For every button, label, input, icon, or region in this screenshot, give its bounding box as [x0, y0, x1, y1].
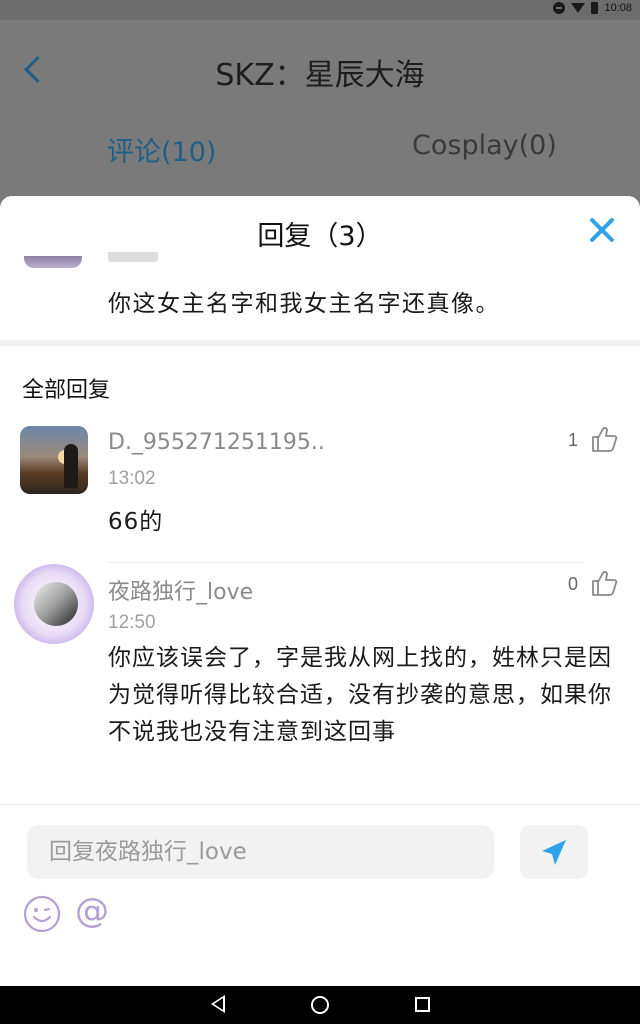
reply-username[interactable]: D._955271251195.. [108, 430, 325, 455]
status-time: 10:08 [604, 2, 632, 14]
nav-back-icon[interactable] [211, 995, 225, 1013]
tab-bar: 评论(10) Cosplay(0) [0, 130, 640, 170]
paper-plane-icon [542, 840, 566, 865]
avatar[interactable] [20, 426, 88, 494]
like-count: 1 [567, 430, 578, 450]
at-icon[interactable]: @ [75, 891, 109, 931]
reply-input[interactable] [27, 825, 494, 879]
thumbs-up-icon[interactable] [590, 424, 620, 454]
background-page: SKZ：星辰大海 评论(10) Cosplay(0) [0, 20, 640, 220]
original-comment-time [108, 252, 158, 262]
smiley-icon[interactable] [23, 895, 61, 933]
reply-username[interactable]: 夜路独行_love [108, 574, 253, 606]
reply-time: 12:50 [108, 612, 156, 633]
battery-icon [591, 2, 599, 14]
like-count: 0 [567, 574, 578, 594]
reply-text: 你应该误会了，字是我从网上找的，姓林只是因为觉得听得比较合适，没有抄袭的意思，如… [108, 645, 612, 745]
nav-recents-icon[interactable] [415, 997, 430, 1012]
send-button[interactable] [520, 825, 588, 879]
nav-home-icon[interactable] [311, 996, 329, 1014]
sheet-title: 回复（3） [257, 221, 383, 252]
original-comment-text: 你这女主名字和我女主名字还真像。 [108, 291, 500, 317]
reply-separator [108, 562, 584, 563]
system-nav-bar [0, 986, 640, 1024]
reply-sheet: 回复（3） 你这女主名字和我女主名字还真像。 全部回复 D._955271251… [0, 196, 640, 986]
wifi-icon [571, 3, 586, 13]
tab-comments[interactable]: 评论(10) [107, 130, 216, 169]
status-bar: 10:08 [0, 0, 640, 20]
reply-composer: @ [0, 804, 640, 986]
tab-cosplay[interactable]: Cosplay(0) [412, 130, 557, 161]
section-title: 全部回复 [22, 378, 111, 403]
reply-time: 13:02 [108, 468, 156, 489]
avatar[interactable] [14, 564, 94, 644]
do-not-disturb-icon [553, 2, 566, 14]
original-comment-avatar [24, 256, 82, 268]
close-icon[interactable] [586, 214, 618, 246]
section-divider [0, 340, 640, 346]
reply-text: 66的 [108, 509, 164, 535]
page-title: SKZ：星辰大海 [215, 58, 425, 93]
thumbs-up-icon[interactable] [590, 568, 620, 598]
